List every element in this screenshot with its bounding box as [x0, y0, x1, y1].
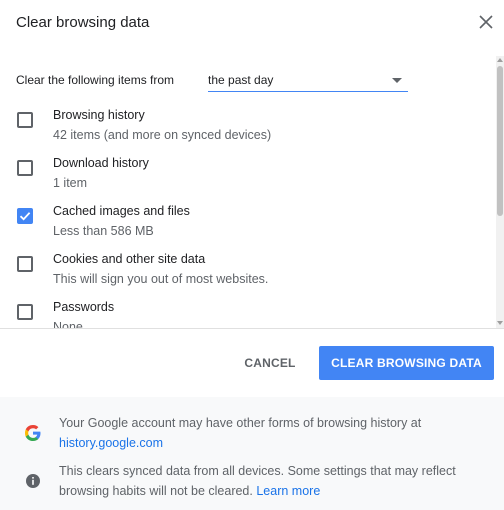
footer: Your Google account may have other forms… — [0, 397, 504, 510]
option-subtitle: 42 items (and more on synced devices) — [53, 128, 272, 142]
time-range-row: Clear the following items from the past … — [16, 72, 496, 92]
history-google-link[interactable]: history.google.com — [59, 436, 163, 450]
option-title: Passwords — [53, 300, 115, 314]
checkmark-icon — [19, 212, 31, 221]
checkbox-passwords[interactable] — [17, 304, 33, 320]
checkbox-cookies[interactable] — [17, 256, 33, 272]
close-icon — [479, 15, 493, 29]
time-range-value: the past day — [208, 73, 274, 87]
dialog-title: Clear browsing data — [16, 14, 150, 31]
footer-google-text-block: Your Google account may have other forms… — [59, 413, 479, 453]
option-subtitle: 1 item — [53, 176, 88, 190]
chevron-down-icon — [392, 78, 402, 83]
time-range-select[interactable]: the past day — [208, 72, 408, 92]
option-subtitle: None — [53, 320, 83, 328]
time-range-label: Clear the following items from — [16, 73, 175, 87]
footer-google-text: Your Google account may have other forms… — [59, 416, 422, 430]
divider — [0, 328, 504, 329]
cancel-button[interactable]: CANCEL — [232, 346, 308, 380]
google-logo-icon — [25, 425, 41, 441]
option-title: Download history — [53, 156, 149, 170]
learn-more-link[interactable]: Learn more — [256, 484, 320, 498]
close-button[interactable] — [476, 12, 496, 32]
scroll-up-arrow-icon[interactable] — [497, 58, 503, 62]
checkbox-browsing-history[interactable] — [17, 112, 33, 128]
clear-browsing-data-dialog: Clear browsing data Clear the following … — [0, 0, 504, 510]
option-subtitle: Less than 586 MB — [53, 224, 154, 238]
clear-browsing-data-button[interactable]: CLEAR BROWSING DATA — [319, 346, 494, 380]
option-title: Cookies and other site data — [53, 252, 206, 266]
checkbox-download-history[interactable] — [17, 160, 33, 176]
option-browsing-history[interactable]: Browsing history 42 items (and more on s… — [16, 108, 486, 152]
option-cookies[interactable]: Cookies and other site data This will si… — [16, 252, 486, 296]
footer-info-text-block: This clears synced data from all devices… — [59, 461, 479, 501]
option-title: Browsing history — [53, 108, 145, 122]
scroll-down-arrow-icon[interactable] — [497, 321, 503, 325]
items-scroll-area[interactable]: Clear the following items from the past … — [0, 56, 504, 328]
option-download-history[interactable]: Download history 1 item — [16, 156, 486, 200]
option-title: Cached images and files — [53, 204, 190, 218]
option-cached-images[interactable]: Cached images and files Less than 586 MB — [16, 204, 486, 248]
info-icon — [26, 474, 40, 488]
scrollbar[interactable] — [496, 56, 504, 328]
option-subtitle: This will sign you out of most websites. — [53, 272, 269, 286]
option-passwords[interactable]: Passwords None — [16, 300, 486, 328]
checkbox-cached-images[interactable] — [17, 208, 33, 224]
scrollbar-thumb[interactable] — [497, 66, 503, 216]
